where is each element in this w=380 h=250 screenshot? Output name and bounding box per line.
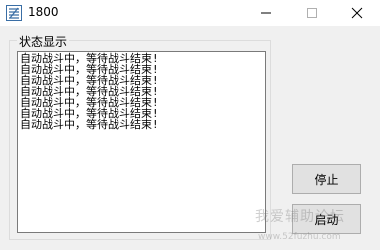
status-log[interactable]: 自动战斗中，等待战斗结束! 自动战斗中，等待战斗结束! 自动战斗中，等待战斗结束… bbox=[17, 51, 266, 233]
close-icon bbox=[351, 7, 363, 19]
window-title: 1800 bbox=[28, 5, 59, 19]
minimize-icon bbox=[261, 12, 271, 14]
stop-button[interactable]: 停止 bbox=[292, 164, 361, 194]
maximize-icon bbox=[307, 8, 317, 18]
maximize-button[interactable] bbox=[289, 0, 335, 26]
log-line: 自动战斗中，等待战斗结束! bbox=[20, 118, 159, 131]
close-button[interactable] bbox=[334, 0, 380, 26]
title-bar[interactable]: 1800 bbox=[0, 0, 380, 26]
watermark-url: www.52fuzhu.com bbox=[258, 232, 341, 242]
status-group-label: 状态显示 bbox=[17, 33, 70, 50]
minimize-button[interactable] bbox=[243, 0, 289, 26]
app-icon bbox=[6, 5, 22, 21]
app-window: 1800 状态显示 自动战斗中，等待战斗结束! 自动战斗中，等待战斗结束! 自动… bbox=[0, 0, 380, 250]
watermark-text: 我爱辅助论坛 bbox=[255, 209, 345, 225]
